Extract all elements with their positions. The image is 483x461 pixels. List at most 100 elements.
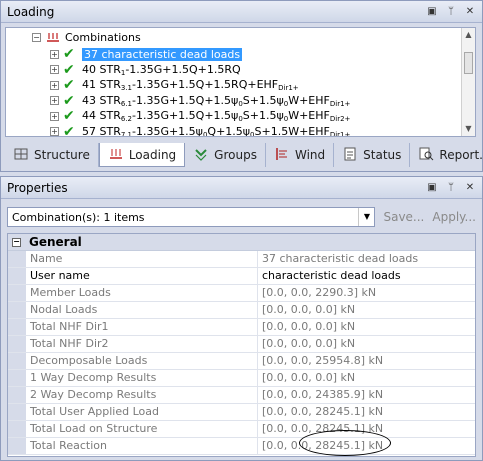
tree-item[interactable]: + ✔ 44 STR6.2-1.35G+1.5Q+1.5ψ0S+1.5ψ0W+EHF… xyxy=(50,108,350,124)
tree-item[interactable]: + ✔ 37 characteristic dead loads xyxy=(50,46,243,62)
tree-item-label: 44 STR6.2-1.35G+1.5Q+1.5ψ0S+1.5ψ0W+EHFDi… xyxy=(82,109,351,123)
row-gutter xyxy=(8,387,26,403)
row-gutter xyxy=(8,251,26,267)
expand-icon[interactable]: + xyxy=(50,49,59,59)
property-row[interactable]: 2 Way Decomp Results [0.0, 0.0, 24385.9] … xyxy=(8,387,475,404)
close-icon[interactable]: ✕ xyxy=(464,6,476,17)
properties-panel-title: Properties xyxy=(7,180,68,195)
property-name: Total NHF Dir2 xyxy=(26,336,258,352)
tree-item[interactable]: + ✔ 57 STR7.1-1.35G+1.5ψ0Q+1.5ψ0S+1.5W+EHF… xyxy=(50,124,350,136)
annotation-ellipse xyxy=(299,430,391,456)
row-gutter xyxy=(8,302,26,318)
structure-icon xyxy=(13,147,29,164)
property-value: [0.0, 0.0, 24385.9] kN xyxy=(262,388,384,401)
report-icon xyxy=(418,147,434,164)
tree-item[interactable]: + ✔ 40 STR1-1.35G+1.5Q+1.5RQ xyxy=(50,62,241,78)
loading-panel-title: Loading xyxy=(7,4,55,19)
loading-panel: Loading ▣ ᛘ ✕ − Combinations + ✔ 37 charac… xyxy=(0,0,483,172)
tab-label: Report... xyxy=(439,148,483,162)
tab-label: Loading xyxy=(128,147,177,162)
window-list-icon[interactable]: ▣ xyxy=(426,182,438,193)
property-name: Nodal Loads xyxy=(26,302,258,318)
property-row[interactable]: 1 Way Decomp Results [0.0, 0.0, 0.0] kN xyxy=(8,370,475,387)
property-row[interactable]: Decomposable Loads [0.0, 0.0, 25954.8] kN xyxy=(8,353,475,370)
expand-icon[interactable]: + xyxy=(50,80,59,90)
tree-item[interactable]: + ✔ 43 STR6.1-1.35G+1.5Q+1.5ψ0S+1.5ψ0W+EHF… xyxy=(50,93,350,109)
expand-icon[interactable]: + xyxy=(50,65,59,74)
apply-button[interactable]: Apply... xyxy=(432,210,476,224)
combination-tree[interactable]: − Combinations + ✔ 37 characteristic dead … xyxy=(5,27,476,137)
category-label: General xyxy=(29,235,82,249)
expand-icon[interactable]: + xyxy=(50,96,59,105)
row-gutter xyxy=(8,438,26,454)
scroll-thumb[interactable] xyxy=(464,52,473,74)
tree-item-label: 40 STR1-1.35G+1.5Q+1.5RQ xyxy=(82,62,241,77)
property-name: 1 Way Decomp Results xyxy=(26,370,258,386)
property-row[interactable]: Member Loads [0.0, 0.0, 2290.3] kN xyxy=(8,285,475,302)
property-row[interactable]: Name 37 characteristic dead loads xyxy=(8,251,475,268)
close-icon[interactable]: ✕ xyxy=(464,182,476,193)
property-row[interactable]: Total Load on Structure [0.0, 0.0, 28245.… xyxy=(8,421,475,438)
property-row[interactable]: Nodal Loads [0.0, 0.0, 0.0] kN xyxy=(8,302,475,319)
property-row[interactable]: Total NHF Dir1 [0.0, 0.0, 0.0] kN xyxy=(8,319,475,336)
tab-report[interactable]: Report... xyxy=(410,143,483,167)
row-gutter xyxy=(8,285,26,301)
row-gutter xyxy=(8,319,26,335)
tree-root-label: Combinations xyxy=(65,30,141,44)
property-name: Name xyxy=(26,251,258,267)
property-row[interactable]: Total Reaction [0.0, 0.0, 28245.1] kN xyxy=(8,438,475,455)
collapse-icon[interactable]: − xyxy=(12,237,21,247)
property-name: Total User Applied Load xyxy=(26,404,258,420)
row-gutter xyxy=(8,336,26,352)
tab-label: Structure xyxy=(34,148,90,162)
tree-root-combinations[interactable]: − Combinations xyxy=(32,29,141,45)
properties-panel: Properties ▣ ᛘ ✕ Combination(s): 1 items… xyxy=(0,176,483,461)
tab-label: Groups xyxy=(214,148,257,162)
tab-loading[interactable]: Loading xyxy=(98,143,186,167)
tree-item[interactable]: + ✔ 41 STR3.1-1.35G+1.5Q+1.5RQ+EHFDir1+ xyxy=(50,77,299,93)
pin-icon[interactable]: ᛘ xyxy=(445,6,457,17)
expand-icon[interactable]: + xyxy=(50,111,59,121)
category-general[interactable]: − General xyxy=(8,234,475,251)
pin-icon[interactable]: ᛘ xyxy=(445,182,457,193)
property-rows: Name 37 characteristic dead loads User nam… xyxy=(8,251,475,455)
checkmark-icon: ✔ xyxy=(63,46,75,62)
property-name: Member Loads xyxy=(26,285,258,301)
selector-row: Combination(s): 1 items ▼ Save... Apply.… xyxy=(7,207,476,227)
status-icon xyxy=(342,147,358,164)
tab-groups[interactable]: Groups xyxy=(185,143,266,167)
property-value[interactable]: characteristic dead loads xyxy=(258,268,475,284)
groups-icon xyxy=(193,147,209,164)
panel-controls: ▣ ᛘ ✕ xyxy=(426,182,476,193)
expand-icon[interactable]: + xyxy=(50,127,59,136)
tab-wind[interactable]: Wind xyxy=(266,143,335,167)
tree-scrollbar[interactable]: ▲ ▼ xyxy=(461,28,475,136)
property-value: [0.0, 0.0, 0.0] kN xyxy=(262,371,356,384)
window-list-icon[interactable]: ▣ xyxy=(426,6,438,17)
property-row[interactable]: Total NHF Dir2 [0.0, 0.0, 0.0] kN xyxy=(8,336,475,353)
row-gutter xyxy=(8,421,26,437)
row-gutter xyxy=(8,353,26,369)
combination-selector[interactable]: Combination(s): 1 items ▼ xyxy=(7,207,376,227)
dropdown-arrow-icon[interactable]: ▼ xyxy=(358,208,374,226)
row-gutter xyxy=(8,404,26,420)
tab-status[interactable]: Status xyxy=(334,143,411,167)
tab-structure[interactable]: Structure xyxy=(5,143,99,167)
property-name: 2 Way Decomp Results xyxy=(26,387,258,403)
property-value: [0.0, 0.0, 0.0] kN xyxy=(262,320,356,333)
property-row[interactable]: User name characteristic dead loads xyxy=(8,268,475,285)
combinations-icon xyxy=(47,33,59,42)
property-name: Total NHF Dir1 xyxy=(26,319,258,335)
property-grid: − General Name 37 characteristic dead loa… xyxy=(7,233,476,457)
save-button[interactable]: Save... xyxy=(383,210,424,224)
scroll-up-icon[interactable]: ▲ xyxy=(462,28,475,42)
loading-panel-titlebar: Loading ▣ ᛘ ✕ xyxy=(1,1,482,23)
tab-label: Wind xyxy=(294,148,326,162)
loading-icon xyxy=(108,146,124,163)
combination-selector-value: Combination(s): 1 items xyxy=(12,210,145,224)
property-value: [0.0, 0.0, 0.0] kN xyxy=(262,303,356,316)
scroll-down-icon[interactable]: ▼ xyxy=(462,122,475,136)
property-row[interactable]: Total User Applied Load [0.0, 0.0, 28245.… xyxy=(8,404,475,421)
property-value: [0.0, 0.0, 0.0] kN xyxy=(262,337,356,350)
collapse-icon[interactable]: − xyxy=(32,32,41,42)
